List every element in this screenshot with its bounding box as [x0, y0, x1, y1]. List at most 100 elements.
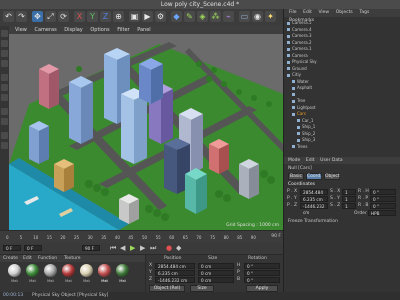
render-settings-icon[interactable]: ⚙: [155, 11, 166, 22]
attr-tab-basic[interactable]: Basic: [288, 173, 304, 180]
edges-mode-icon[interactable]: [1, 84, 8, 91]
polygons-mode-icon[interactable]: [1, 94, 8, 101]
rotate-icon[interactable]: ⟳: [58, 11, 69, 22]
lock-icon[interactable]: [1, 142, 8, 149]
object-row[interactable]: Physical Sky: [287, 59, 317, 64]
object-row[interactable]: Camera.3: [287, 33, 312, 38]
keyframe-icon[interactable]: ◆: [176, 244, 181, 252]
order-select[interactable]: HPB: [368, 210, 396, 216]
workplane-icon[interactable]: [1, 60, 8, 67]
object-row[interactable]: Cars: [292, 111, 306, 116]
axis-mode-icon[interactable]: [1, 108, 8, 115]
3d-viewport[interactable]: Grid Spacing : 1000 cm: [9, 34, 283, 230]
size-mode-select[interactable]: Size: [190, 285, 214, 292]
material-swatch[interactable]: [98, 264, 111, 277]
freeze-transformation-toggle[interactable]: Freeze Transformation: [288, 219, 338, 224]
apply-button[interactable]: Apply: [246, 285, 278, 292]
material-swatch[interactable]: [8, 264, 21, 277]
redo-icon[interactable]: ↷: [16, 11, 27, 22]
rotation-field[interactable]: 0 °: [244, 263, 280, 269]
deformer-icon[interactable]: ⌁: [223, 11, 234, 22]
attr-rotation-field[interactable]: 0 °: [370, 203, 396, 209]
om-menu-view[interactable]: View: [318, 9, 329, 17]
points-mode-icon[interactable]: [1, 74, 8, 81]
world-icon[interactable]: ⊕: [113, 11, 124, 22]
object-row[interactable]: [292, 92, 297, 97]
position-field[interactable]: 6.235 cm: [155, 270, 195, 276]
material-swatch[interactable]: [116, 264, 129, 277]
object-row[interactable]: Trees: [292, 144, 307, 149]
camera-icon[interactable]: ◉: [252, 11, 263, 22]
snap-icon[interactable]: [1, 132, 8, 139]
cube-icon[interactable]: ◆: [171, 11, 182, 22]
tweak-mode-icon[interactable]: [1, 118, 8, 125]
object-row[interactable]: Car_1: [297, 118, 313, 123]
size-field[interactable]: 0 cm: [198, 263, 234, 269]
array-icon[interactable]: ⁂: [210, 11, 221, 22]
render-icon[interactable]: ▣: [129, 11, 140, 22]
om-menu-file[interactable]: File: [289, 9, 297, 17]
material-swatch[interactable]: [80, 264, 93, 277]
z-axis-button[interactable]: Z: [100, 11, 111, 22]
attr-position-field[interactable]: 6.235 cm: [300, 196, 328, 202]
viewport-menu-view[interactable]: View: [15, 26, 27, 34]
object-row[interactable]: Lightpost: [292, 105, 316, 110]
attr-menu-user-data[interactable]: User Data: [320, 157, 342, 164]
om-menu-tags[interactable]: Tags: [359, 9, 369, 17]
object-row[interactable]: Tree: [292, 98, 305, 103]
viewport-menu-cameras[interactable]: Cameras: [34, 26, 56, 34]
object-row[interactable]: Ship_3: [297, 137, 315, 142]
timeline[interactable]: 0 5 10 15 20 25 30 35 40 45 50 55 60 65 70 75 80 85 90 90 …: [0, 230, 283, 244]
material-swatch[interactable]: [26, 264, 39, 277]
rotation-field[interactable]: 0 °: [244, 270, 280, 276]
texture-mode-icon[interactable]: [1, 50, 8, 57]
mat-menu-edit[interactable]: Edit: [23, 256, 32, 261]
size-field[interactable]: 0 cm: [198, 277, 234, 283]
model-mode-icon[interactable]: [1, 40, 8, 47]
object-row[interactable]: Camera.5: [287, 20, 312, 25]
attr-position-field[interactable]: 2854.484 cm: [300, 189, 328, 201]
x-axis-button[interactable]: X: [74, 11, 85, 22]
record-icon[interactable]: ●: [166, 244, 172, 252]
floor-icon[interactable]: ▭: [239, 11, 250, 22]
attr-rotation-field[interactable]: 0 °: [370, 189, 396, 195]
object-row[interactable]: Camera: [287, 53, 308, 58]
attr-rotation-field[interactable]: 0 °: [370, 196, 396, 202]
attr-position-field[interactable]: -1446.232 cm: [300, 203, 328, 215]
y-axis-button[interactable]: Y: [87, 11, 98, 22]
attr-menu-mode[interactable]: Mode: [288, 157, 300, 164]
size-field[interactable]: 0 cm: [198, 270, 234, 276]
attr-menu-edit[interactable]: Edit: [306, 157, 315, 164]
mat-menu-function[interactable]: Function: [38, 256, 57, 261]
undo-icon[interactable]: ↶: [3, 11, 14, 22]
attr-scale-field[interactable]: 1: [342, 196, 356, 202]
make-editable-icon[interactable]: [1, 30, 8, 37]
om-menu-objects[interactable]: Objects: [336, 9, 353, 17]
attr-scale-field[interactable]: 1: [342, 203, 356, 209]
subdivision-icon[interactable]: ◈: [197, 11, 208, 22]
render-view-icon[interactable]: ▶: [142, 11, 153, 22]
attr-scale-field[interactable]: 1: [342, 189, 356, 195]
mat-menu-texture[interactable]: Texture: [64, 256, 80, 261]
om-menu-edit[interactable]: Edit: [303, 9, 312, 17]
pen-icon[interactable]: ✎: [184, 11, 195, 22]
object-row[interactable]: Camera.2: [287, 40, 312, 45]
rotation-field[interactable]: 0 °: [244, 277, 280, 283]
move-icon[interactable]: ✥: [32, 11, 43, 22]
viewport-menu-panel[interactable]: Panel: [137, 26, 151, 34]
material-swatch[interactable]: [44, 264, 57, 277]
object-row[interactable]: Water: [292, 79, 309, 84]
object-row[interactable]: Asphalt: [292, 85, 312, 90]
step-forward-icon[interactable]: ▶: [140, 244, 145, 252]
attr-tab-coord[interactable]: Coord.: [306, 173, 322, 180]
step-back-icon[interactable]: ◀: [120, 244, 125, 252]
position-field[interactable]: -1446.232 cm: [155, 277, 195, 283]
attr-tab-object[interactable]: Object: [324, 173, 340, 180]
current-frame-field[interactable]: 0 F: [3, 245, 21, 251]
play-icon[interactable]: ▶: [130, 244, 135, 252]
light-icon[interactable]: ✦: [265, 11, 276, 22]
viewport-menu-display[interactable]: Display: [64, 26, 82, 34]
start-frame-field[interactable]: 0 F: [24, 245, 42, 251]
object-row[interactable]: Camera.4: [287, 27, 312, 32]
viewport-menu-filter[interactable]: Filter: [117, 26, 129, 34]
